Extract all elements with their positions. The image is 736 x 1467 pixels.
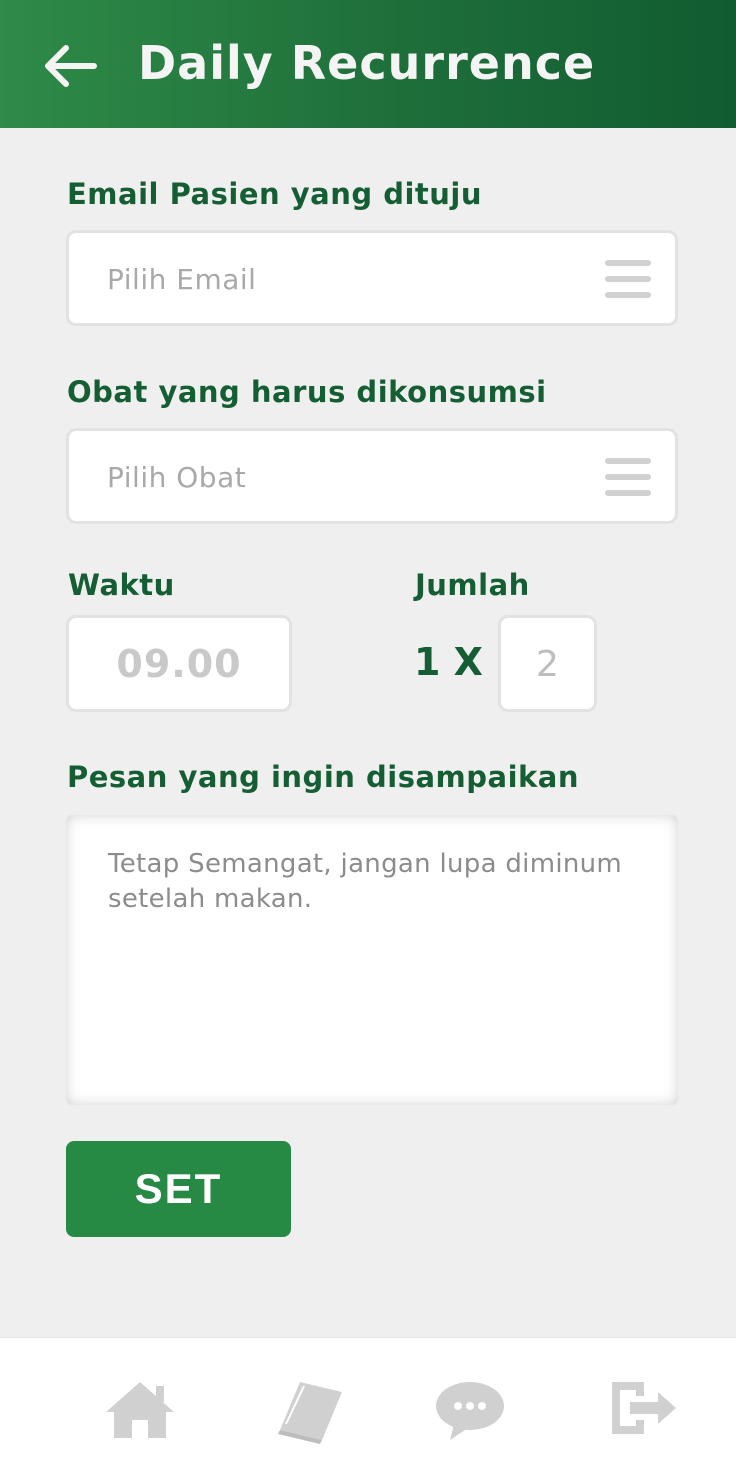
page-title: Daily Recurrence [138, 36, 596, 90]
bottom-navigation [0, 1337, 736, 1467]
menu-lines-icon [605, 458, 651, 496]
time-label: Waktu [68, 568, 175, 602]
back-button[interactable] [40, 34, 104, 98]
logout-icon [612, 1382, 676, 1434]
nav-book[interactable] [272, 1378, 352, 1448]
chat-icon [436, 1382, 504, 1440]
message-textarea[interactable]: Tetap Semangat, jangan lupa diminum sete… [66, 815, 678, 1105]
medicine-label: Obat yang harus dikonsumsi [67, 375, 547, 409]
nav-logout[interactable] [608, 1378, 688, 1448]
message-placeholder: Tetap Semangat, jangan lupa diminum sete… [108, 849, 623, 914]
app-header: Daily Recurrence [0, 0, 736, 128]
time-input[interactable]: 09.00 [66, 615, 292, 712]
nav-chat[interactable] [432, 1378, 512, 1448]
email-label: Email Pasien yang dituju [67, 177, 482, 211]
menu-lines-icon [605, 260, 651, 298]
email-select[interactable]: Pilih Email [66, 230, 678, 326]
arrow-left-icon [45, 45, 97, 87]
message-label: Pesan yang ingin disampaikan [67, 760, 580, 794]
time-value: 09.00 [116, 642, 242, 686]
amount-label: Jumlah [415, 568, 530, 602]
email-placeholder: Pilih Email [107, 263, 257, 296]
amount-multiplier: 1 X [414, 640, 483, 684]
medicine-select[interactable]: Pilih Obat [66, 428, 678, 524]
set-button[interactable]: SET [66, 1141, 291, 1237]
home-icon [106, 1382, 174, 1438]
book-icon [278, 1382, 342, 1444]
medicine-placeholder: Pilih Obat [107, 461, 247, 494]
nav-home[interactable] [102, 1378, 182, 1448]
amount-input[interactable]: 2 [498, 615, 597, 712]
set-button-label: SET [134, 1165, 223, 1212]
amount-value: 2 [536, 644, 559, 685]
